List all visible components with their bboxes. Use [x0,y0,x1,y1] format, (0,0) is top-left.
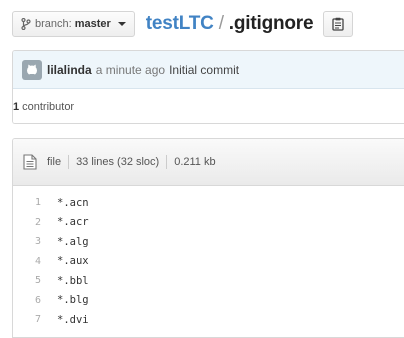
branch-prefix: branch: [35,18,72,30]
code-line: 5 *.bbl [13,271,404,291]
code-line: 3 *.alg [13,232,404,252]
meta-divider [166,155,168,169]
commit-summary: lilalinda a minute ago Initial commit 1 … [12,50,404,124]
meta-divider [68,155,70,169]
branch-name: master [74,18,111,30]
line-number[interactable]: 5 [13,275,41,286]
code-line: 6 *.blg [13,291,404,311]
file-name: .gitignore [228,13,314,34]
code-line: 7 *.dvi [13,310,404,330]
branch-icon [21,18,31,30]
file-info-bar: file 33 lines (32 sloc) 0.211 kb [13,139,404,186]
path-separator: / [218,13,224,34]
file-navigation: branch: master testLTC / .gitignore [12,10,354,38]
commit-time: a minute ago [95,62,166,77]
branch-selector-button[interactable]: branch: master [12,11,135,37]
chevron-down-icon [117,22,126,26]
code-line: 1 *.acn [13,193,404,213]
line-content: *.dvi [57,313,89,326]
line-content: *.alg [57,235,89,248]
line-number[interactable]: 3 [13,236,41,247]
line-number[interactable]: 6 [13,295,41,306]
code-line: 4 *.aux [13,252,404,272]
breadcrumb: testLTC / .gitignore [146,13,314,35]
clipboard-icon [332,17,345,31]
copy-path-button[interactable] [323,11,354,37]
file-view: file 33 lines (32 sloc) 0.211 kb 1 *.acn… [12,138,404,338]
line-content: *.acn [57,196,89,209]
octocat-avatar-icon[interactable] [22,59,42,80]
code-line: 2 *.acr [13,213,404,233]
contributors-row: 1 contributor [13,89,404,123]
line-number[interactable]: 7 [13,314,41,325]
file-mode: file [47,156,62,168]
file-size: 0.211 kb [174,156,216,168]
line-number[interactable]: 4 [13,256,41,267]
line-content: *.bbl [57,274,89,287]
file-text-icon [23,154,37,170]
line-content: *.blg [57,294,89,307]
contributor-label[interactable]: contributor [22,101,74,113]
file-line-count: 33 lines (32 sloc) [76,156,160,168]
line-number[interactable]: 1 [13,197,41,208]
latest-commit-row: lilalinda a minute ago Initial commit [13,51,404,89]
line-content: *.acr [57,216,89,229]
commit-message-link[interactable]: Initial commit [169,63,239,77]
repo-link[interactable]: testLTC [146,13,214,35]
code-listing: 1 *.acn 2 *.acr 3 *.alg 4 *.aux 5 *.bbl … [13,186,404,330]
octocat-icon [27,64,37,77]
line-number[interactable]: 2 [13,217,41,228]
line-content: *.aux [57,255,89,268]
contributor-count[interactable]: 1 [13,101,19,113]
commit-author-link[interactable]: lilalinda [47,63,92,77]
